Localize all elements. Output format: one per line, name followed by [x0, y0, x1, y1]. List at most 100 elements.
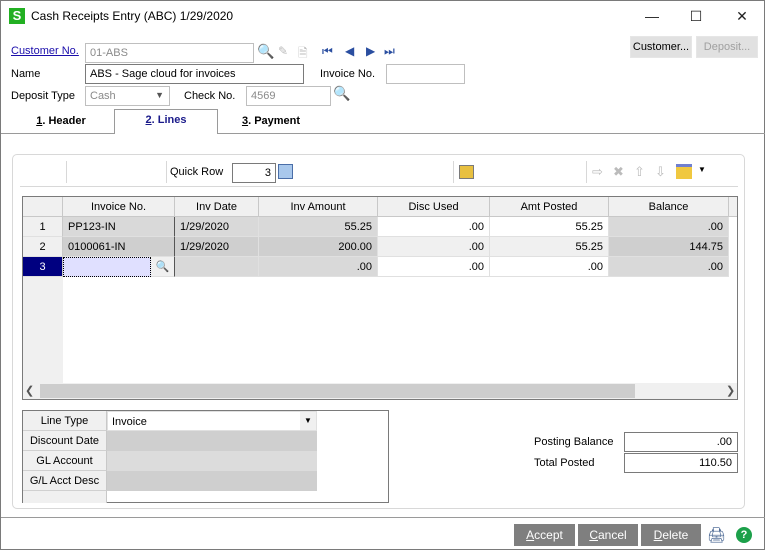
grid-header-filler	[729, 197, 737, 217]
customer-no-field[interactable]: 01-ABS	[85, 43, 254, 63]
insert-row-icon[interactable]: ⇨	[592, 164, 603, 180]
grid-header-amt-posted[interactable]: Amt Posted	[490, 197, 609, 217]
line-type-select[interactable]: Invoice ▼	[107, 411, 317, 431]
cell-balance: 144.75	[609, 237, 729, 257]
scroll-right-icon[interactable]: ❯	[726, 383, 735, 399]
cash-receipts-window: S Cash Receipts Entry (ABC) 1/29/2020 — …	[0, 0, 765, 550]
line-detail-panel: Line Type Invoice ▼ Discount Date GL Acc…	[22, 410, 389, 503]
first-record-icon[interactable]: ⏮	[322, 44, 333, 59]
quick-row-text: Quick Row	[170, 166, 224, 178]
grid-header-inv-date[interactable]: Inv Date	[175, 197, 259, 217]
total-posted-value: 110.50	[624, 453, 738, 473]
tab-lines[interactable]: 2. Lines	[114, 109, 218, 134]
cell-balance: .00	[609, 257, 729, 277]
check-search-icon[interactable]: 🔍	[333, 85, 350, 102]
cell-inv-date: 1/29/2020	[175, 217, 259, 237]
scroll-left-icon[interactable]: ❮	[25, 383, 34, 399]
cell-amt-posted[interactable]: 55.25	[490, 217, 609, 237]
name-field[interactable]: ABS - Sage cloud for invoices	[85, 64, 304, 84]
sage-logo-icon: S	[9, 8, 25, 24]
customer-no-link[interactable]: Customer No.	[11, 45, 79, 57]
deposit-type-label: Deposit Type	[11, 90, 76, 102]
gl-account-field	[107, 451, 317, 471]
toolbar-separator	[586, 161, 587, 183]
row-header-filler	[23, 277, 63, 383]
discount-date-field	[107, 431, 317, 451]
toolbar-separator	[66, 161, 67, 183]
cell-invoice-no-input[interactable]	[63, 257, 151, 277]
cell-invoice-no[interactable]: 0100061-IN	[63, 237, 175, 257]
cancel-button[interactable]: Cancel	[578, 524, 638, 546]
invoice-no-field[interactable]	[386, 64, 465, 84]
next-record-icon[interactable]: ▶	[366, 44, 375, 58]
window-title: Cash Receipts Entry (ABC) 1/29/2020	[31, 9, 234, 23]
chevron-down-icon[interactable]: ▼	[300, 412, 316, 430]
cell-disc-used[interactable]: .00	[378, 217, 490, 237]
cancel-label: ancel	[597, 528, 627, 542]
invoice-lookup-icon[interactable]: 🔍	[151, 257, 175, 277]
maximize-button[interactable]: ☐	[681, 5, 711, 27]
name-label: Name	[11, 68, 41, 80]
grid-header-invoice-no[interactable]: Invoice No.	[63, 197, 175, 217]
delete-button[interactable]: Delete	[641, 524, 701, 546]
check-no-field[interactable]: 4569	[246, 86, 331, 106]
tab-payment[interactable]: 3. Payment	[226, 109, 316, 133]
grid-header-inv-amount[interactable]: Inv Amount	[259, 197, 378, 217]
accept-label: ccept	[534, 528, 563, 542]
scrollbar-thumb[interactable]	[40, 384, 635, 398]
grid-header-disc-used[interactable]: Disc Used	[378, 197, 490, 217]
customer-button[interactable]: Customer...	[630, 36, 692, 58]
cell-disc-used[interactable]: .00	[378, 237, 490, 257]
customize-grid-icon[interactable]	[676, 164, 692, 179]
row-number-selected[interactable]: 3	[23, 257, 63, 277]
check-no-label: Check No.	[184, 90, 236, 102]
move-down-icon[interactable]: ⇩	[655, 164, 666, 180]
deposit-type-select[interactable]: Cash ▼	[85, 86, 170, 106]
lines-grid: Invoice No. Inv Date Inv Amount Disc Use…	[22, 196, 738, 400]
invoice-no-label: Invoice No.	[320, 68, 376, 80]
cell-amt-posted[interactable]: 55.25	[490, 237, 609, 257]
tab-header[interactable]: 1. Header	[21, 109, 101, 133]
gl-account-label: GL Account	[23, 451, 107, 471]
quick-row-go-icon[interactable]	[278, 164, 293, 179]
detail-filler	[23, 491, 107, 503]
gl-acct-desc-field	[107, 471, 317, 491]
help-icon[interactable]: ?	[736, 527, 752, 543]
move-up-icon[interactable]: ⇧	[634, 164, 645, 180]
cell-amt-posted[interactable]: .00	[490, 257, 609, 277]
line-type-value: Invoice	[112, 416, 147, 428]
last-record-icon[interactable]: ⏭	[384, 44, 395, 59]
grid-header-balance[interactable]: Balance	[609, 197, 729, 217]
quick-row-input[interactable]: 3	[232, 163, 276, 183]
cell-inv-date: 1/29/2020	[175, 237, 259, 257]
minimize-button[interactable]: —	[637, 5, 667, 27]
total-posted-label: Total Posted	[534, 457, 595, 469]
delete-row-icon[interactable]: ✖	[613, 164, 624, 180]
cell-invoice-no[interactable]: PP123-IN	[63, 217, 175, 237]
toolbar-dropdown-icon[interactable]: ▼	[698, 165, 706, 174]
close-button[interactable]: ✕	[727, 5, 757, 27]
toolbar-separator	[166, 161, 167, 183]
cell-balance: .00	[609, 217, 729, 237]
accept-key: A	[526, 528, 535, 542]
accept-button[interactable]: Accept	[514, 524, 575, 546]
toolbar-separator	[453, 161, 454, 183]
document-icon[interactable]: 🗎	[298, 44, 308, 65]
memo-pin-icon[interactable]: ✎	[278, 44, 288, 58]
quick-row-label: Quick Row	[170, 166, 223, 178]
deposit-button[interactable]: Deposit...	[696, 36, 758, 58]
tab-payment-label: . Payment	[248, 115, 301, 127]
customer-search-icon[interactable]: 🔍	[257, 43, 274, 60]
delete-key: D	[653, 528, 663, 542]
previous-record-icon[interactable]: ◀	[345, 44, 354, 58]
cell-inv-amount: 55.25	[259, 217, 378, 237]
cell-inv-amount: 200.00	[259, 237, 378, 257]
row-number[interactable]: 2	[23, 237, 63, 257]
row-number[interactable]: 1	[23, 217, 63, 237]
print-lines-icon[interactable]	[459, 165, 474, 179]
cell-inv-date	[175, 257, 259, 277]
printer-icon[interactable]: 🖨	[707, 526, 726, 544]
line-type-label: Line Type	[23, 411, 107, 431]
cell-disc-used[interactable]: .00	[378, 257, 490, 277]
horizontal-scrollbar[interactable]: ❮ ❯	[23, 383, 737, 399]
